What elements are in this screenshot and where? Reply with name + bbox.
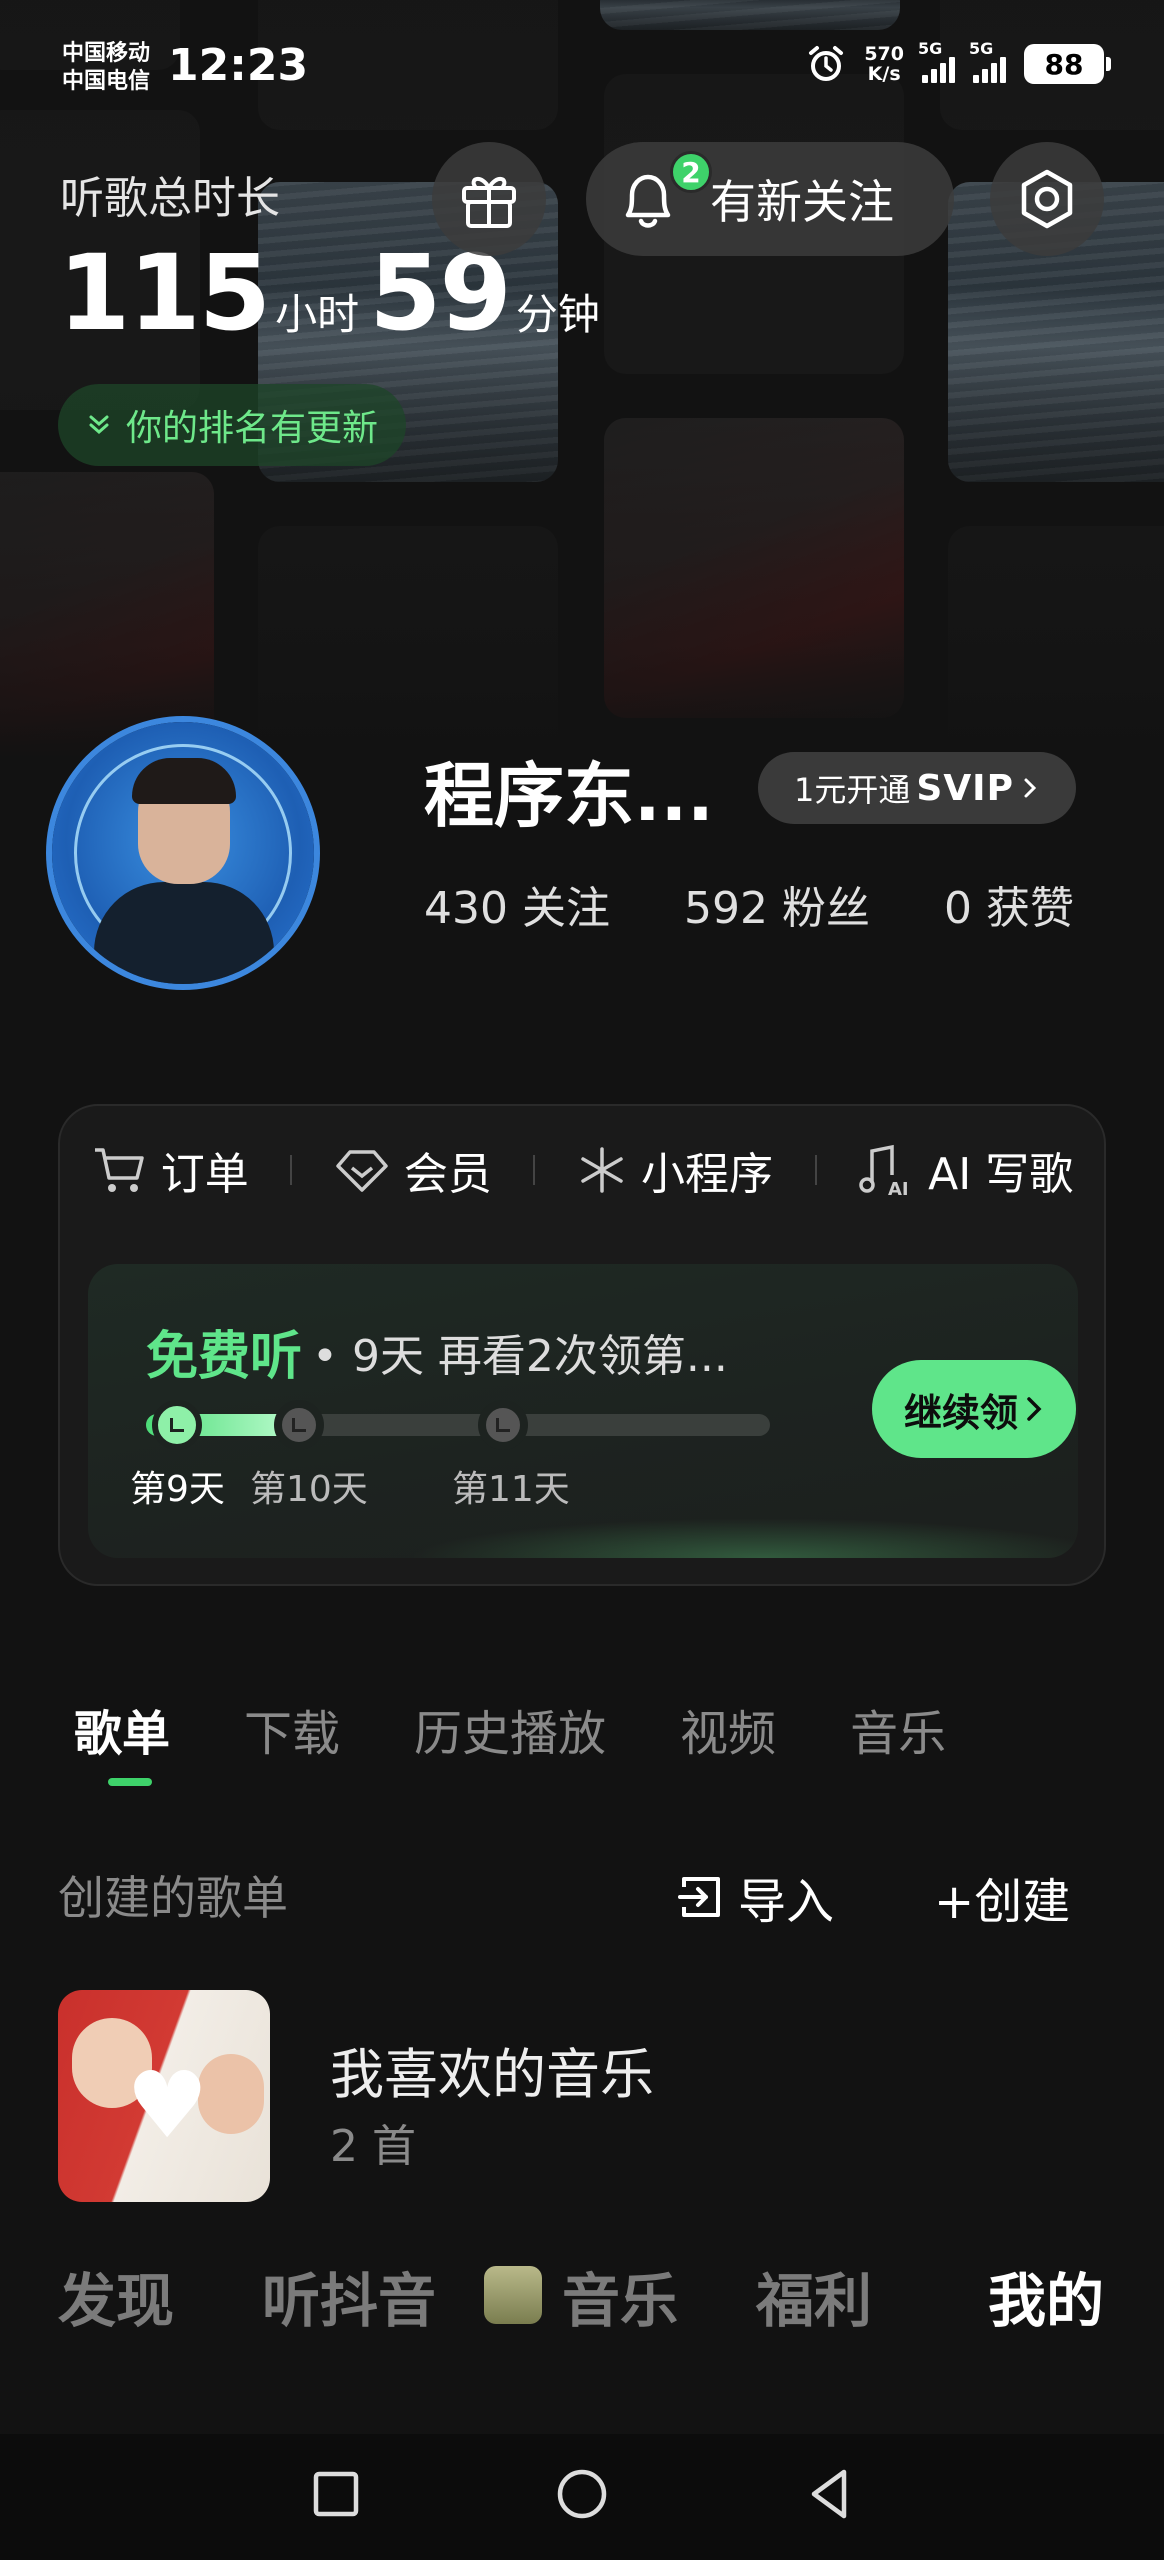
created-playlists-title: 创建的歌单 bbox=[58, 1871, 288, 1925]
fans-stat[interactable]: 592 粉丝 bbox=[684, 872, 870, 936]
day-node-current bbox=[152, 1400, 202, 1450]
list-item[interactable]: ♥ 我喜欢的音乐 2 首 bbox=[58, 1990, 1058, 2202]
continue-claim-button[interactable]: 继续领 bbox=[872, 1360, 1076, 1458]
ai-song-item[interactable]: AI AI 写歌 bbox=[858, 1138, 1073, 1202]
signal-icon: 5G bbox=[969, 39, 1006, 83]
tab-music[interactable]: 音乐 bbox=[850, 1694, 946, 1764]
day-label: 第11天 bbox=[452, 1469, 570, 1510]
carrier-names: 中国移动 中国电信 bbox=[62, 41, 151, 94]
recent-apps-button[interactable] bbox=[306, 2464, 366, 2524]
services-card: 订单 会员 小程序 AI AI 写歌 免费听 • 9天 再看2次领第... 第9… bbox=[58, 1104, 1106, 1586]
username[interactable]: 程序东... bbox=[424, 740, 714, 841]
following-stat[interactable]: 430 关注 bbox=[424, 872, 610, 936]
follow-count-badge: 2 bbox=[670, 151, 712, 193]
tab-downloads[interactable]: 下载 bbox=[244, 1694, 340, 1764]
nav-mine[interactable]: 我的 bbox=[988, 2254, 1104, 2338]
orders-item[interactable]: 订单 bbox=[91, 1138, 249, 1202]
day-node-11 bbox=[478, 1400, 528, 1450]
settings-button[interactable] bbox=[990, 142, 1104, 256]
gift-icon bbox=[462, 177, 516, 228]
create-button[interactable]: +创建 bbox=[934, 1862, 1070, 1932]
status-bar: 中国移动 中国电信 12:23 570 K/s 5G 5G 88 bbox=[0, 0, 1164, 130]
playlist-cover: ♥ bbox=[58, 1990, 270, 2202]
nav-music[interactable]: 音乐 bbox=[562, 2254, 678, 2338]
likes-stat[interactable]: 0 获赞 bbox=[944, 872, 1074, 936]
day-label: 第10天 bbox=[250, 1469, 368, 1510]
free-listen-label: 免费听 bbox=[146, 1327, 303, 1387]
listen-time-label: 听歌总时长 bbox=[60, 173, 280, 224]
free-listen-detail: • 9天 再看2次领第... bbox=[312, 1330, 728, 1382]
content-tabs: 歌单 下载 历史播放 视频 音乐 bbox=[74, 1694, 946, 1786]
bottom-nav: 发现 听抖音 音乐 福利 我的 bbox=[0, 2240, 1164, 2340]
nav-welfare[interactable]: 福利 bbox=[756, 2254, 872, 2338]
now-playing-thumb[interactable] bbox=[484, 2266, 542, 2324]
rank-update-pill[interactable]: 你的排名有更新 bbox=[58, 384, 407, 466]
ai-music-icon: AI bbox=[859, 1144, 909, 1197]
heart-icon: ♥ bbox=[126, 2052, 209, 2159]
back-button[interactable] bbox=[800, 2464, 860, 2524]
playlist-count: 2 首 bbox=[330, 2121, 416, 2172]
alarm-icon bbox=[809, 46, 844, 81]
svg-text:AI: AI bbox=[888, 1179, 909, 1197]
new-follow-button[interactable]: 2 有新关注 bbox=[586, 142, 954, 256]
member-item[interactable]: 会员 bbox=[334, 1138, 492, 1202]
free-listen-promo[interactable]: 免费听 • 9天 再看2次领第... 第9天 第10天 第11天 继续领 bbox=[88, 1264, 1078, 1558]
profile-stats: 430 关注 592 粉丝 0 获赞 bbox=[424, 872, 1074, 936]
import-button[interactable]: 导入 bbox=[676, 1862, 834, 1932]
tab-videos[interactable]: 视频 bbox=[680, 1694, 776, 1764]
import-icon bbox=[678, 1877, 720, 1917]
home-button[interactable] bbox=[552, 2464, 612, 2524]
system-nav-bar bbox=[0, 2434, 1164, 2560]
net-speed: 570 K/s bbox=[864, 43, 904, 85]
svip-button[interactable]: 1元开通 SVIP bbox=[758, 752, 1076, 824]
settings-icon bbox=[1021, 169, 1073, 229]
cart-icon bbox=[94, 1148, 144, 1192]
signal-icon: 5G bbox=[918, 39, 955, 83]
nav-douyin[interactable]: 听抖音 bbox=[262, 2254, 436, 2338]
day-label: 第9天 bbox=[130, 1469, 225, 1510]
chevron-right-icon bbox=[1027, 1397, 1042, 1421]
tab-history[interactable]: 历史播放 bbox=[414, 1694, 606, 1764]
asterisk-icon bbox=[581, 1147, 623, 1193]
gift-button[interactable] bbox=[432, 142, 546, 256]
listen-time-value: 115 小时 59 分钟 bbox=[58, 232, 600, 354]
avatar[interactable] bbox=[52, 722, 314, 984]
playlist-name: 我喜欢的音乐 bbox=[330, 2043, 654, 2106]
day-node-10 bbox=[274, 1400, 324, 1450]
diamond-icon bbox=[336, 1150, 388, 1192]
battery-indicator: 88 bbox=[1024, 44, 1111, 84]
mini-program-item[interactable]: 小程序 bbox=[577, 1138, 773, 1202]
double-chevron-down-icon bbox=[89, 415, 109, 434]
nav-discover[interactable]: 发现 bbox=[58, 2254, 174, 2338]
progress-track bbox=[146, 1414, 770, 1436]
services-menu: 订单 会员 小程序 AI AI 写歌 bbox=[60, 1138, 1104, 1202]
chevron-right-icon bbox=[1024, 778, 1037, 798]
follow-label: 有新关注 bbox=[710, 175, 894, 229]
tab-playlists[interactable]: 歌单 bbox=[74, 1694, 170, 1786]
status-time: 12:23 bbox=[168, 40, 309, 91]
